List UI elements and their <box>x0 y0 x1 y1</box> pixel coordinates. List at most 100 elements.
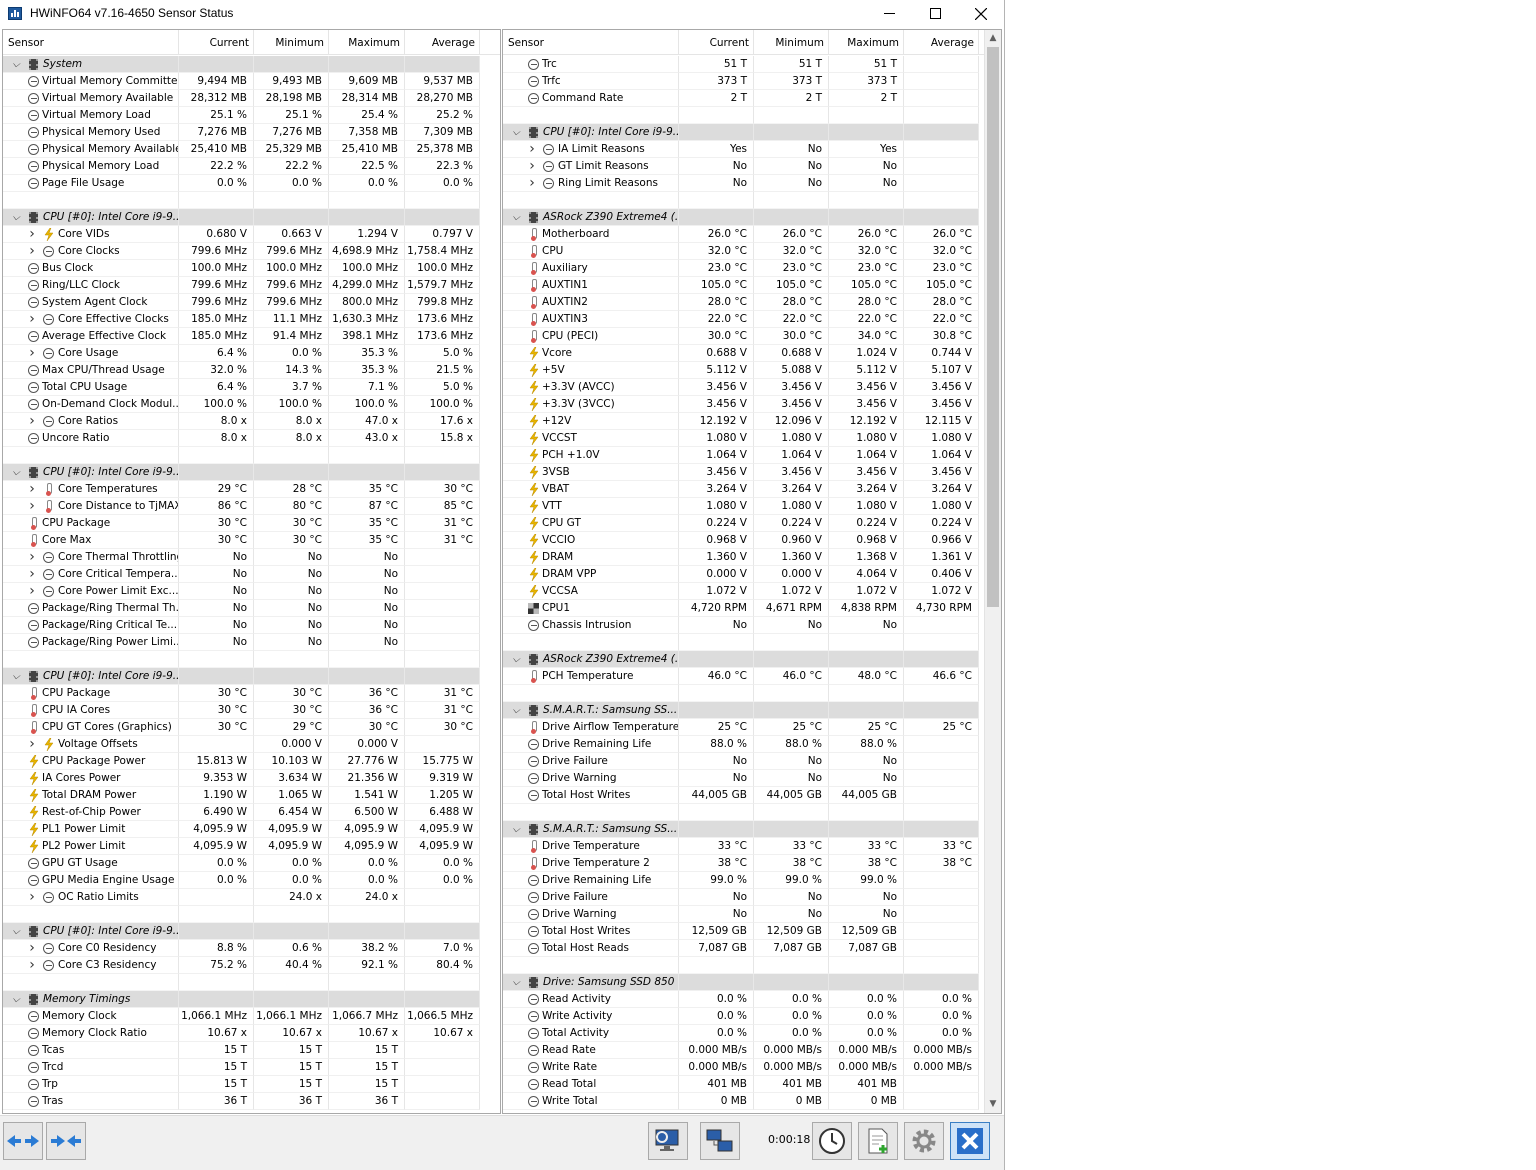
sensor-row[interactable]: AUXTIN3 22.0 °C 22.0 °C 22.0 °C 22.0 °C <box>503 311 1001 328</box>
sensor-row[interactable]: › Core VIDs 0.680 V 0.663 V 1.294 V 0.797 V <box>3 226 500 243</box>
sensor-group-row[interactable]: ⌵ ASRock Z390 Extreme4 (... <box>503 651 1001 668</box>
sensor-row[interactable]: Total DRAM Power 1.190 W 1.065 W 1.541 W 1.2… <box>3 787 500 804</box>
sensor-row[interactable]: DRAM 1.360 V 1.360 V 1.368 V 1.361 V <box>503 549 1001 566</box>
sensor-row[interactable]: On-Demand Clock Modul... 100.0 % 100.0 % 10… <box>3 396 500 413</box>
network-button[interactable] <box>700 1122 740 1160</box>
sensor-row[interactable]: Tras 36 T 36 T 36 T <box>3 1093 500 1110</box>
sensor-row[interactable]: Total Host Writes 12,509 GB 12,509 GB 12,50… <box>503 923 1001 940</box>
sensor-row[interactable]: GPU GT Usage 0.0 % 0.0 % 0.0 % 0.0 % <box>3 855 500 872</box>
reset-timer-button[interactable] <box>812 1122 852 1160</box>
sensor-row[interactable]: › Core C3 Residency 75.2 % 40.4 % 92.1 % 80.4… <box>3 957 500 974</box>
sensor-row[interactable]: Virtual Memory Committed 9,494 MB 9,493 MB… <box>3 73 500 90</box>
chevron-right-icon[interactable]: › <box>527 175 537 191</box>
chevron-down-icon[interactable]: ⌵ <box>511 651 521 667</box>
chevron-down-icon[interactable]: ⌵ <box>11 56 21 72</box>
sensor-row[interactable]: VBAT 3.264 V 3.264 V 3.264 V 3.264 V <box>503 481 1001 498</box>
sensor-row[interactable]: › Ring Limit Reasons No No No <box>503 175 1001 192</box>
remote-monitor-button[interactable] <box>648 1122 688 1160</box>
sensor-group-row[interactable]: ⌵ S.M.A.R.T.: Samsung SS... <box>503 821 1001 838</box>
sensor-row[interactable]: Drive Warning No No No <box>503 770 1001 787</box>
vertical-scrollbar[interactable]: ▲ ▼ <box>984 30 1001 1113</box>
sensor-row[interactable]: Read Total 401 MB 401 MB 401 MB <box>503 1076 1001 1093</box>
sensor-row[interactable]: Drive Failure No No No <box>503 753 1001 770</box>
column-header-current[interactable]: Current <box>179 30 254 55</box>
column-header-average[interactable]: Average <box>405 30 480 55</box>
sensor-row[interactable]: Write Rate 0.000 MB/s 0.000 MB/s 0.000 MB/s… <box>503 1059 1001 1076</box>
sensor-row[interactable]: AUXTIN1 105.0 °C 105.0 °C 105.0 °C 105.0 °C <box>503 277 1001 294</box>
sensor-row[interactable]: Write Total 0 MB 0 MB 0 MB <box>503 1093 1001 1110</box>
column-header-sensor[interactable]: Sensor <box>3 30 179 55</box>
chevron-right-icon[interactable]: › <box>27 498 37 514</box>
chevron-down-icon[interactable]: ⌵ <box>511 974 521 990</box>
sensor-row[interactable]: Memory Clock Ratio 10.67 x 10.67 x 10.67 x1… <box>3 1025 500 1042</box>
sensor-row[interactable]: AUXTIN2 28.0 °C 28.0 °C 28.0 °C 28.0 °C <box>503 294 1001 311</box>
sensor-group-row[interactable]: ⌵ Memory Timings <box>3 991 500 1008</box>
title-bar[interactable]: HWiNFO64 v7.16-4650 Sensor Status <box>0 0 1004 27</box>
chevron-right-icon[interactable]: › <box>27 311 37 327</box>
sensor-row[interactable]: Motherboard 26.0 °C 26.0 °C 26.0 °C 26.0 °C <box>503 226 1001 243</box>
column-header-average[interactable]: Average <box>904 30 979 55</box>
sensor-row[interactable]: Command Rate 2 T2 T2 T <box>503 90 1001 107</box>
sensor-row[interactable]: VTT 1.080 V 1.080 V 1.080 V 1.080 V <box>503 498 1001 515</box>
sensor-row[interactable]: Physical Memory Available 25,410 MB 25,329… <box>3 141 500 158</box>
chevron-right-icon[interactable]: › <box>27 549 37 565</box>
sensor-row[interactable]: Total Host Writes 44,005 GB 44,005 GB 44,00… <box>503 787 1001 804</box>
logging-button[interactable] <box>858 1122 898 1160</box>
sensor-row[interactable]: Drive Warning No No No <box>503 906 1001 923</box>
chevron-right-icon[interactable]: › <box>527 158 537 174</box>
sensor-row[interactable]: › Core C0 Residency 8.8 % 0.6 % 38.2 % 7.0 % <box>3 940 500 957</box>
sensor-row[interactable]: CPU 32.0 °C 32.0 °C 32.0 °C 32.0 °C <box>503 243 1001 260</box>
column-header-minimum[interactable]: Minimum <box>254 30 329 55</box>
sensor-row[interactable]: Drive Airflow Temperature 25 °C 25 °C 25 °C… <box>503 719 1001 736</box>
column-header-maximum[interactable]: Maximum <box>829 30 904 55</box>
sensor-row[interactable]: Total CPU Usage 6.4 % 3.7 % 7.1 % 5.0 % <box>3 379 500 396</box>
sensor-row[interactable]: CPU GT Cores (Graphics) 30 °C 29 °C 30 °C 30… <box>3 719 500 736</box>
sensor-row[interactable]: Max CPU/Thread Usage 32.0 % 14.3 % 35.3 % 21… <box>3 362 500 379</box>
sensor-row[interactable]: Drive Remaining Life 99.0 % 99.0 % 99.0 % <box>503 872 1001 889</box>
sensor-group-row[interactable]: ⌵ ASRock Z390 Extreme4 (... <box>503 209 1001 226</box>
sensor-group-row[interactable]: ⌵ CPU [#0]: Intel Core i9-9... <box>503 124 1001 141</box>
sensor-group-row[interactable]: ⌵ S.M.A.R.T.: Samsung SS... <box>503 702 1001 719</box>
sensor-row[interactable]: +3.3V (AVCC) 3.456 V 3.456 V 3.456 V 3.456 V <box>503 379 1001 396</box>
sensor-row[interactable]: Drive Temperature 2 38 °C 38 °C 38 °C 38 °C <box>503 855 1001 872</box>
sensor-row[interactable]: Auxiliary 23.0 °C 23.0 °C 23.0 °C 23.0 °C <box>503 260 1001 277</box>
collapse-left-button[interactable] <box>3 1122 43 1160</box>
chevron-right-icon[interactable]: › <box>27 940 37 956</box>
sensor-row[interactable]: Core Max 30 °C 30 °C 35 °C 31 °C <box>3 532 500 549</box>
sensor-group-row[interactable]: ⌵ CPU [#0]: Intel Core i9-9... <box>3 464 500 481</box>
minimize-button[interactable] <box>866 0 912 27</box>
sensor-row[interactable]: Uncore Ratio 8.0 x 8.0 x 43.0 x 15.8 x <box>3 430 500 447</box>
sensor-row[interactable]: Page File Usage 0.0 % 0.0 % 0.0 % 0.0 % <box>3 175 500 192</box>
sensor-row[interactable]: +12V 12.192 V 12.096 V 12.192 V 12.115 V <box>503 413 1001 430</box>
sensor-row[interactable]: Memory Clock 1,066.1 MHz 1,066.1 MHz 1,066.… <box>3 1008 500 1025</box>
sensor-row[interactable]: › OC Ratio Limits 24.0 x 24.0 x <box>3 889 500 906</box>
sensor-row[interactable]: CPU1 4,720 RPM 4,671 RPM 4,838 RPM 4,730 RPM <box>503 600 1001 617</box>
sensor-row[interactable]: GPU Media Engine Usage 0.0 % 0.0 % 0.0 % 0.0… <box>3 872 500 889</box>
sensor-group-row[interactable]: ⌵ System <box>3 56 500 73</box>
sensor-row[interactable]: › Core Temperatures 29 °C 28 °C 35 °C 30 °C <box>3 481 500 498</box>
sensor-row[interactable]: Virtual Memory Load 25.1 % 25.1 % 25.4 % 25.… <box>3 107 500 124</box>
chevron-right-icon[interactable]: › <box>27 889 37 905</box>
sensor-row[interactable]: Drive Remaining Life 88.0 % 88.0 % 88.0 % <box>503 736 1001 753</box>
chevron-down-icon[interactable]: ⌵ <box>511 821 521 837</box>
chevron-right-icon[interactable]: › <box>27 736 37 752</box>
sensor-row[interactable]: › GT Limit Reasons No No No <box>503 158 1001 175</box>
sensor-row[interactable]: › Core Thermal Throttling No No No <box>3 549 500 566</box>
sensor-row[interactable]: Average Effective Clock 185.0 MHz 91.4 MHz… <box>3 328 500 345</box>
sensor-row[interactable]: Rest-of-Chip Power 6.490 W 6.454 W 6.500 W6… <box>3 804 500 821</box>
sensor-row[interactable]: CPU Package 30 °C 30 °C 36 °C 31 °C <box>3 685 500 702</box>
chevron-right-icon[interactable]: › <box>27 243 37 259</box>
sensor-row[interactable]: Total Activity 0.0 % 0.0 % 0.0 % 0.0 % <box>503 1025 1001 1042</box>
column-header-minimum[interactable]: Minimum <box>754 30 829 55</box>
close-sensors-button[interactable] <box>950 1122 990 1160</box>
sensor-row[interactable]: › Core Ratios 8.0 x 8.0 x 47.0 x 17.6 x <box>3 413 500 430</box>
close-button[interactable] <box>958 0 1004 27</box>
sensor-row[interactable]: Ring/LLC Clock 799.6 MHz 799.6 MHz 4,299.0 … <box>3 277 500 294</box>
sensor-row[interactable]: Total Host Reads 7,087 GB 7,087 GB 7,087 GB <box>503 940 1001 957</box>
sensor-row[interactable]: CPU GT 0.224 V 0.224 V 0.224 V 0.224 V <box>503 515 1001 532</box>
chevron-down-icon[interactable]: ⌵ <box>11 668 21 684</box>
chevron-right-icon[interactable]: › <box>27 345 37 361</box>
sensor-row[interactable]: Trfc 373 T 373 T 373 T <box>503 73 1001 90</box>
sensor-row[interactable]: › Core Usage 6.4 % 0.0 % 35.3 % 5.0 % <box>3 345 500 362</box>
sensor-row[interactable]: +3.3V (3VCC) 3.456 V 3.456 V 3.456 V 3.456 V <box>503 396 1001 413</box>
